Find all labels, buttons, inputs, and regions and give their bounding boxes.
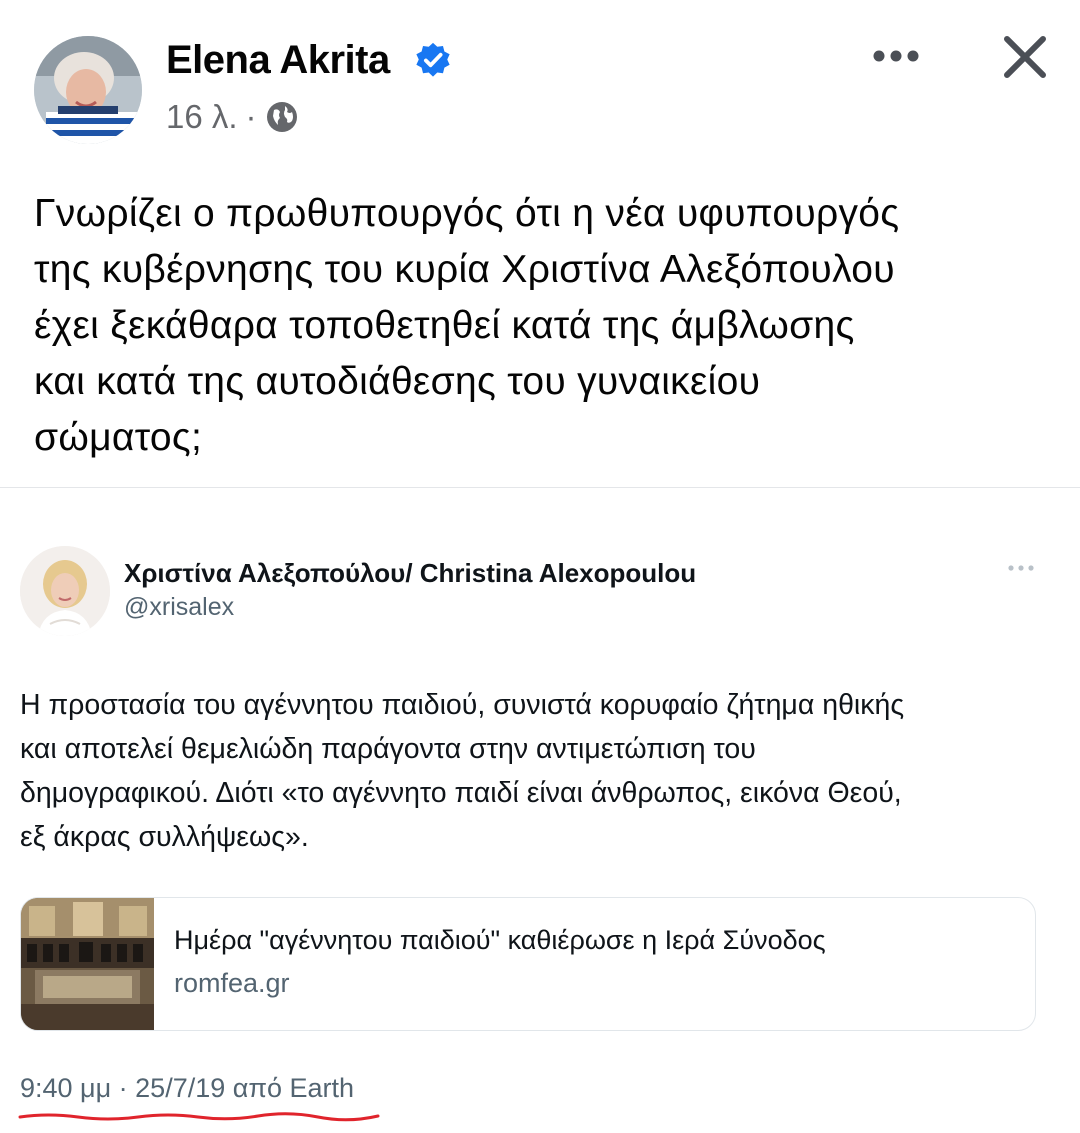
post-text-line: σώματος; [34, 416, 203, 459]
divider [0, 487, 1080, 488]
tweet-text-line: και αποτελεί θεμελιώδη παράγοντα στην αν… [20, 733, 756, 765]
tweet-handle: @xrisalex [124, 593, 235, 621]
verified-badge-icon [416, 42, 450, 77]
tweet-more-icon [1008, 565, 1034, 571]
post-text-line: της κυβέρνησης του κυρία Χριστίνα Αλεξόπ… [34, 248, 895, 291]
meta-separator: · [245, 98, 257, 135]
more-options-button[interactable] [868, 36, 924, 76]
post-text-line: και κατά της αυτοδιάθεσης του γυναικείου [34, 360, 761, 403]
tweet-text-line: εξ άκρας συλλήψεως». [20, 821, 309, 853]
tweet-text: Η προστασία του αγέννητου παιδιού, συνισ… [20, 683, 1060, 859]
tweet-text-line: Η προστασία του αγέννητου παιδιού, συνισ… [20, 689, 905, 721]
post-text-line: Γνωρίζει ο πρωθυπουργός ότι η νέα υφυπου… [34, 192, 900, 235]
author-avatar[interactable] [34, 36, 142, 144]
tweet-display-name: Χριστίνα Αλεξοπούλου/ Christina Alexopou… [124, 558, 697, 588]
close-icon[interactable] [998, 30, 1052, 84]
red-underline-annotation [18, 1112, 380, 1122]
tweet-avatar-image [20, 546, 110, 636]
post-time[interactable]: 16 λ. [166, 98, 238, 136]
post-text-line: έχει ξεκάθαρα τοποθετηθεί κατά της άμβλω… [34, 304, 855, 347]
tweet-text-line: δημογραφικού. Διότι «το αγέννητο παιδί ε… [20, 777, 902, 809]
post-text: Γνωρίζει ο πρωθυπουργός ότι η νέα υφυπου… [34, 186, 1054, 466]
author-name[interactable]: Elena Akrita [166, 38, 390, 83]
tweet-link-card: Ημέρα "αγέννητου παιδιού" καθιέρωσε η Ιε… [20, 897, 1036, 1031]
synod-meeting-image [21, 898, 154, 1030]
globe-icon[interactable] [265, 100, 299, 134]
tweet-author-avatar [20, 546, 110, 636]
link-card-domain: romfea.gr [174, 968, 290, 998]
post-header: Elena Akrita 16 λ. · [0, 0, 1080, 160]
link-card-thumbnail [21, 898, 154, 1030]
embedded-tweet-image[interactable]: Χριστίνα Αλεξοπούλου/ Christina Alexopou… [0, 490, 1080, 1133]
link-card-title: Ημέρα "αγέννητου παιδιού" καθιέρωσε η Ιε… [174, 925, 826, 955]
tweet-timestamp: 9:40 μμ · 25/7/19 από Earth [20, 1073, 355, 1103]
post-meta: 16 λ. · [166, 98, 299, 136]
author-avatar-image [34, 36, 142, 144]
